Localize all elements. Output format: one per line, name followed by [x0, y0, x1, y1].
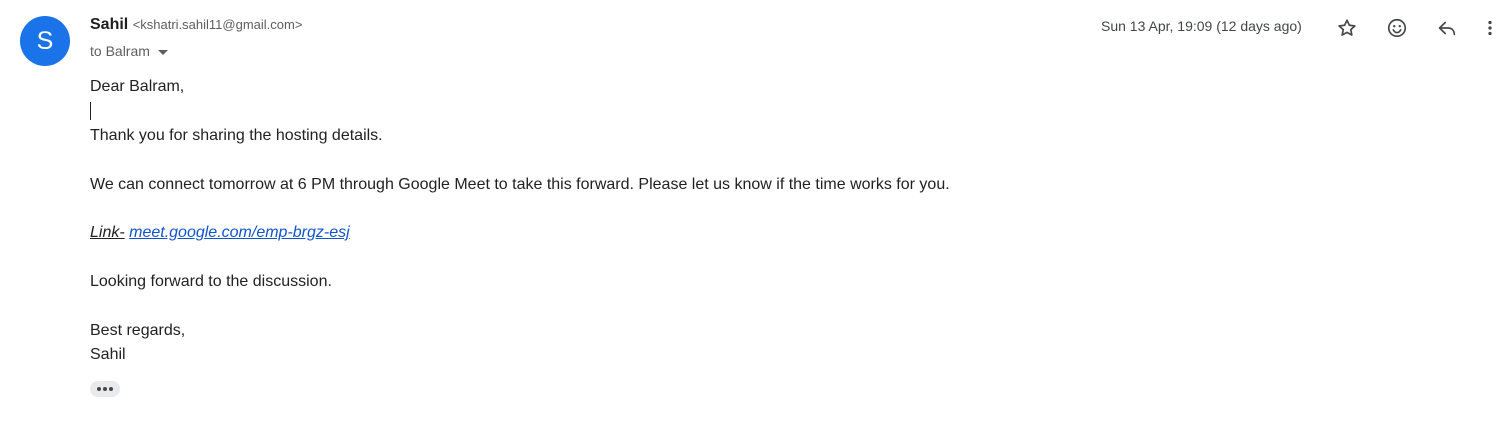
closing-text: Looking forward to the discussion. [90, 273, 332, 290]
sender-name[interactable]: Sahil [90, 16, 128, 33]
text-cursor [90, 102, 91, 120]
star-button[interactable] [1333, 14, 1361, 42]
email-timestamp: Sun 13 Apr, 19:09 (12 days ago) [1101, 18, 1302, 34]
reply-button[interactable] [1433, 14, 1461, 42]
sender-info: Sahil <kshatri.sahil11@gmail.com> [90, 16, 302, 34]
ellipsis-dot [109, 387, 113, 391]
signoff-text: Best regards, [90, 322, 186, 339]
thanks-text: Thank you for sharing the hosting detail… [90, 127, 383, 144]
link-label: Link- [90, 224, 125, 241]
meet-link[interactable]: meet.google.com/emp-brgz-esj [129, 224, 350, 241]
sender-email: <kshatri.sahil11@gmail.com> [132, 17, 303, 32]
meet-link-line: Link- meet.google.com/emp-brgz-esj [90, 224, 350, 242]
recipient-label: to Balram [90, 43, 150, 59]
signature-text: Sahil [90, 346, 126, 363]
ellipsis-icon [97, 387, 101, 391]
recipient-details-toggle[interactable]: to Balram [90, 43, 168, 59]
ellipsis-dot [103, 387, 107, 391]
chevron-down-icon[interactable] [157, 49, 168, 55]
meeting-text: We can connect tomorrow at 6 PM through … [90, 176, 950, 193]
star-icon [1338, 19, 1356, 36]
sender-avatar[interactable]: S [20, 16, 70, 66]
more-options-button[interactable] [1482, 14, 1498, 42]
show-trimmed-content-button[interactable] [90, 381, 120, 397]
reply-icon [1438, 21, 1456, 36]
more-vert-icon [1488, 20, 1492, 36]
add-reaction-button[interactable] [1383, 14, 1411, 42]
emoji-icon [1387, 18, 1407, 38]
greeting-text: Dear Balram, [90, 78, 185, 95]
